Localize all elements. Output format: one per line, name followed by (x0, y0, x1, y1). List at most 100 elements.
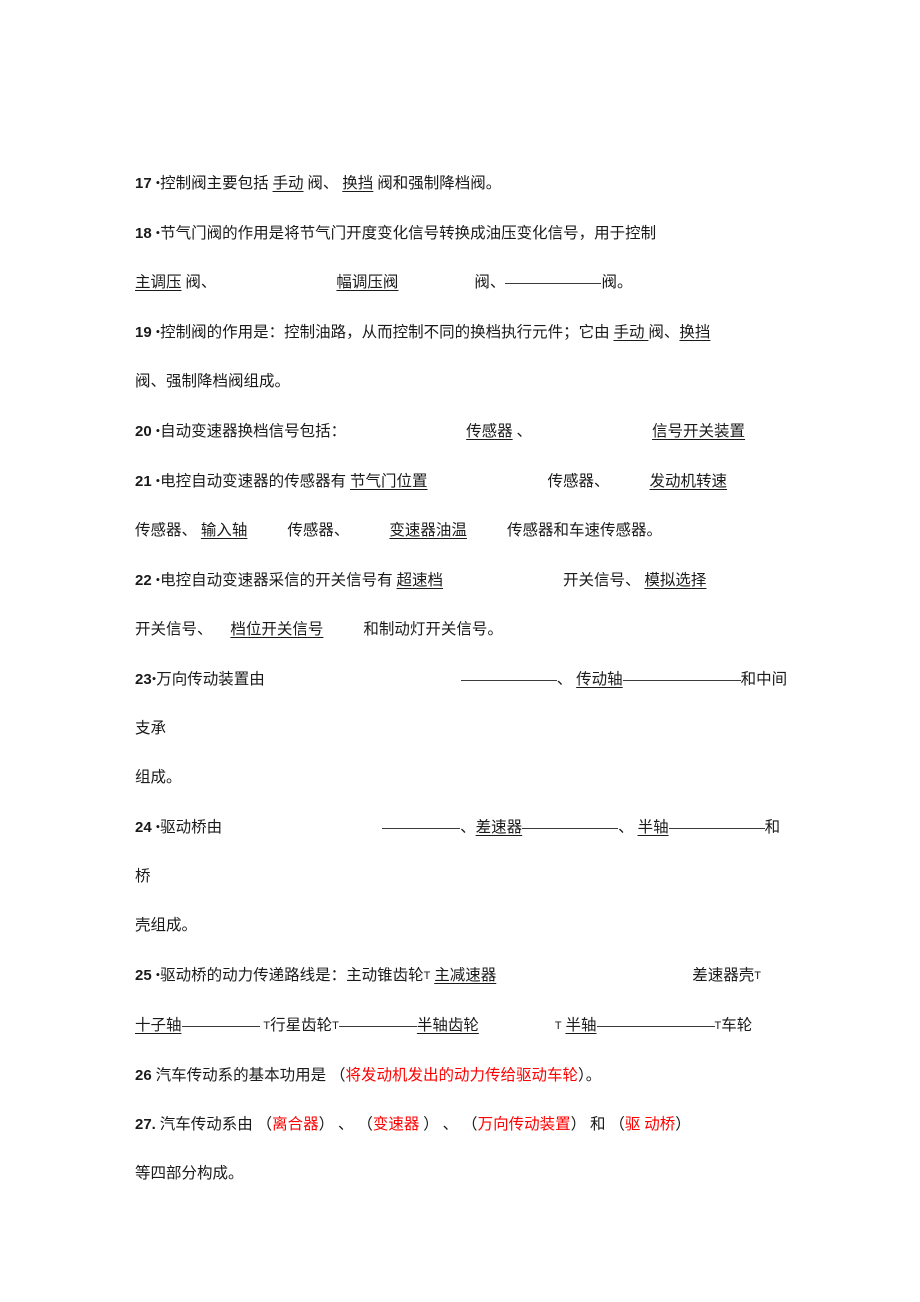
question-number: 23 (135, 671, 152, 688)
answer-underlined: 主减速器 (434, 967, 497, 984)
answer-red: 将发动机发出的动力传给驱动车轮 (345, 1067, 578, 1084)
answer-underlined: 输入轴 (200, 522, 248, 539)
text-run: 阀、 (648, 324, 680, 341)
text-run: ） 、 （ (318, 1116, 373, 1133)
question-number: 18 (135, 225, 152, 242)
question-number: 20 (135, 423, 152, 440)
document-page: 17 •控制阀主要包括 手动 阀、 换挡 阀和强制降档阀。 18 •节气门阀的作用… (0, 0, 920, 1302)
answer-underlined: 半轴 (565, 1017, 597, 1034)
question-continuation: 组成。 (135, 753, 795, 802)
question-item: 27. 汽车传动系由 （离合器） 、 （变速器 ） 、 （万向传动装置） 和 （… (135, 1100, 795, 1149)
question-number: 25 (135, 967, 152, 984)
text-run: 驱动桥由 (160, 819, 223, 836)
question-number: 27. (135, 1116, 156, 1133)
question-item: 26 汽车传动系的基本功用是 （将发动机发出的动力传给驱动车轮）。 (135, 1051, 795, 1100)
question-item: 21 •电控自动变速器的传感器有 节气门位置 传感器、 发动机转速 (135, 456, 795, 506)
answer-underlined: 半轴齿轮 (416, 1017, 479, 1034)
answer-red: 离合器 (272, 1116, 319, 1133)
text-run: 万向传动装置由 (156, 671, 265, 688)
text-run: 和制动灯开关信号。 (363, 621, 503, 638)
answer-underlined: 档位开关信号 (230, 621, 324, 638)
text-run: ） (675, 1116, 691, 1133)
text-run: 汽车传动系的基本功用是 （ (155, 1067, 346, 1084)
answer-underlined: 超速档 (396, 572, 444, 589)
text-run: 阀和强制降档阀。 (373, 175, 502, 192)
text-run: 组成。 (135, 769, 182, 786)
text-run: 、 (556, 671, 577, 688)
answer-underlined: 换挡 (342, 175, 374, 192)
text-run: 、 (460, 819, 476, 836)
question-item: 22 •电控自动变速器采信的开关信号有 超速档 开关信号、 模拟选择 (135, 555, 795, 605)
text-run: ） 和 （ (570, 1116, 625, 1133)
question-item: 19 •控制阀的作用是：控制油路，从而控制不同的换档执行元件；它由 手动 阀、换… (135, 307, 795, 357)
answer-underlined: 发动机转速 (649, 473, 728, 490)
text-run: 等四部分构成。 (135, 1165, 244, 1182)
text-run: 传感器、 (287, 522, 350, 539)
blank-answer-line[interactable] (596, 1013, 715, 1027)
question-continuation: 等四部分构成。 (135, 1149, 795, 1198)
text-run: ） 、 （ (423, 1116, 478, 1133)
question-continuation: 传感器、 输入轴 传感器、 变速器油温 传感器和车速传感器。 (135, 506, 795, 555)
answer-underlined: 主调压 (135, 274, 182, 291)
text-run: 阀、 (474, 274, 506, 291)
text-run: 传感器、 (135, 522, 201, 539)
blank-answer-line[interactable] (338, 1013, 417, 1027)
arrow-glyph: T (332, 1020, 339, 1032)
text-run: 开关信号、 (135, 621, 217, 638)
answer-red: 变速器 (372, 1116, 424, 1133)
question-continuation: 壳组成。 (135, 901, 795, 950)
answer-underlined: 信号开关装置 (652, 423, 746, 440)
text-run: 汽车传动系由 （ (159, 1116, 273, 1133)
question-number: 26 (135, 1067, 152, 1084)
answer-red: 万向传动装置 (477, 1116, 571, 1133)
blank-answer-line[interactable] (622, 667, 741, 681)
answer-underlined: 换挡 (679, 324, 711, 341)
question-continuation: 阀、强制降档阀组成。 (135, 357, 795, 406)
question-item: 18 •节气门阀的作用是将节气门开度变化信号转换成油压变化信号，用于控制 (135, 208, 795, 258)
text-run: 控制阀主要包括 (160, 175, 273, 192)
text-run: ）。 (577, 1067, 602, 1084)
question-number: 22 (135, 572, 152, 589)
arrow-glyph: T (554, 1020, 562, 1032)
text-run: 阀、 (303, 175, 343, 192)
text-run: 自动变速器换档信号包括： (160, 423, 347, 440)
question-number: 19 (135, 324, 152, 341)
text-run: 传感器和车速传感器。 (506, 522, 662, 539)
answer-underlined: 传动轴 (576, 671, 623, 688)
blank-answer-line[interactable] (460, 667, 557, 681)
answer-underlined: 传感器 (466, 423, 513, 440)
text-run: 行星齿轮 (270, 1017, 333, 1034)
question-item: 17 •控制阀主要包括 手动 阀、 换挡 阀和强制降档阀。 (135, 158, 795, 208)
text-run: 、 (618, 819, 638, 836)
answer-underlined: 幅调压阀 (336, 274, 399, 291)
blank-answer-line[interactable] (382, 815, 461, 829)
question-item: 23•万向传动装置由、 传动轴 和中间支承 (135, 654, 795, 753)
answer-underlined: 节气门位置 (350, 473, 428, 490)
arrow-glyph: T (754, 970, 762, 982)
question-item: 24 •驱动桥由 、差速器、 半轴 和桥 (135, 802, 795, 901)
blank-answer-line[interactable] (522, 815, 619, 829)
answer-underlined: 模拟选择 (644, 572, 707, 589)
answer-red: 驱 动桥 (624, 1116, 676, 1133)
text-run: 电控自动变速器的传感器有 (160, 473, 351, 490)
text-run: 差速器壳 (692, 967, 755, 984)
answer-underlined: 手动 (272, 175, 304, 192)
text-run: 电控自动变速器采信的开关信号有 (160, 572, 397, 589)
text-run: 、 (512, 423, 533, 440)
question-number: 24 (135, 819, 152, 836)
text-run: 驱动桥的动力传递路线是：主动锥齿轮 (160, 967, 424, 984)
text-run: 车轮 (721, 1017, 753, 1034)
text-run: 壳组成。 (135, 917, 198, 934)
blank-answer-line[interactable] (505, 270, 602, 284)
text-run: 阀、 (181, 274, 217, 291)
blank-answer-line[interactable] (181, 1013, 260, 1027)
blank-answer-line[interactable] (668, 815, 765, 829)
question-number: 21 (135, 473, 152, 490)
text-run: 传感器、 (547, 473, 610, 490)
document-body: 17 •控制阀主要包括 手动 阀、 换挡 阀和强制降档阀。 18 •节气门阀的作用… (135, 158, 795, 1198)
question-item: 20 •自动变速器换档信号包括： 传感器 、信号开关装置 (135, 406, 795, 456)
question-number: 17 (135, 175, 152, 192)
text-run: 开关信号、 (563, 572, 645, 589)
question-continuation: 开关信号、 档位开关信号 和制动灯开关信号。 (135, 605, 795, 654)
text-run: 控制阀的作用是：控制油路，从而控制不同的换档执行元件；它由 (160, 324, 614, 341)
